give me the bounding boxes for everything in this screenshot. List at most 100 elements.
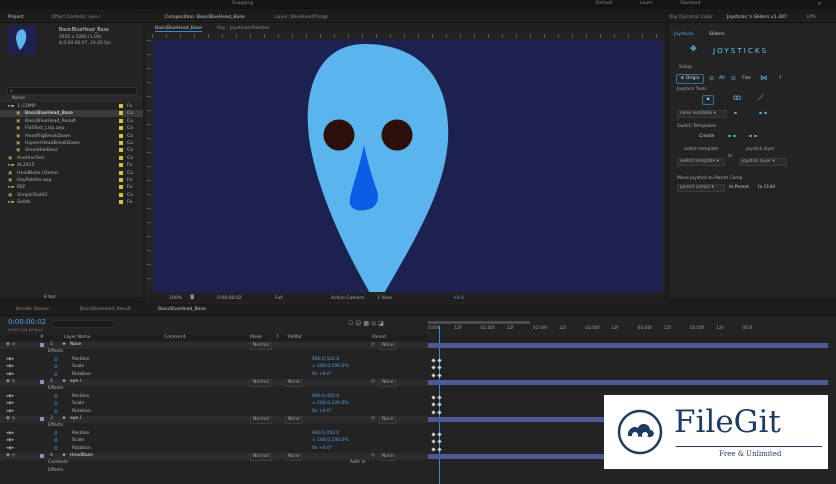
property-group-name[interactable]: Effects (48, 349, 63, 354)
time-ruler[interactable]: 0:00f 12f 01:00f 12f 02:00f 12f 03:00f 12f 04:00… (428, 320, 832, 334)
camera-snapshot-icon[interactable]: ◙ (190, 295, 194, 300)
workspace-default[interactable]: Default (596, 1, 612, 6)
property-value[interactable]: 0x +0.0° (312, 372, 332, 377)
property-group-row[interactable]: Effects (0, 386, 428, 393)
to-child-button[interactable]: to Child (758, 185, 775, 190)
label-color-swatch[interactable] (119, 118, 123, 123)
visibility-eye-icon[interactable]: ◉ ◎ (6, 379, 15, 384)
property-group-row[interactable]: Effects (0, 349, 428, 356)
label-color-swatch[interactable] (119, 185, 123, 190)
template-link-icon-2[interactable]: ⚭⚭ (748, 133, 758, 140)
project-item[interactable]: ▸▬ REF Fo (0, 184, 143, 191)
visibility-eye-icon[interactable]: ◂◆▸ (6, 438, 14, 443)
keyframe-marker[interactable] (431, 372, 436, 378)
stopwatch-icon[interactable]: ⏱ (54, 409, 58, 415)
keyframe-marker[interactable] (431, 439, 436, 444)
property-group-name[interactable]: Effects (48, 423, 63, 428)
visibility-eye-icon[interactable]: ◉ ◎ (6, 453, 15, 458)
timeline-layer-row[interactable]: ◉ ◎ 1 ★ Nose Normal ◎ None (0, 342, 428, 350)
joystick-layer-select[interactable]: joystick layer ▾ (739, 158, 787, 166)
property-row[interactable]: ◂◆▸ ⏱ Scale ∞ 100.0,100.0% (0, 401, 428, 408)
column-name-label[interactable]: Name (12, 96, 25, 101)
property-value[interactable]: ∞ 100.0,100.0% (312, 438, 349, 443)
time-display[interactable]: 0:00:00:02 (217, 296, 242, 301)
timeline-layer-row[interactable]: ◉ ◎ 2 ★ eye.r Normal None ◎ None (0, 379, 428, 387)
property-row[interactable]: ◂◆▸ ⏱ Position 960.0,450.0 (0, 431, 428, 438)
active-camera-select[interactable]: Active Camera (331, 296, 364, 301)
label-color-swatch[interactable] (119, 178, 123, 182)
keyframe-marker[interactable] (437, 402, 442, 407)
project-item[interactable]: ▣ BasicBlueHead_Base Co (0, 110, 143, 118)
layer-label-swatch[interactable] (40, 454, 44, 458)
search-help-icon[interactable]: ⌕ (818, 0, 821, 8)
keyframe-marker[interactable] (437, 432, 442, 437)
keyframe-marker[interactable] (431, 409, 436, 415)
project-item[interactable]: ▣ HipsterHeadBreakDown Co (0, 140, 143, 147)
keyframe-marker[interactable] (437, 439, 442, 444)
project-item[interactable]: ▣ FlatText_Lisp.aep Co (0, 125, 143, 132)
property-row[interactable]: ◂◆▸ ⏱ Position 960.0,524.0 (0, 357, 428, 364)
tab-basicbluehead-base[interactable]: BasicBlueHead_Base (158, 307, 206, 312)
draft-3d-icon[interactable]: ⎔ (348, 320, 353, 327)
property-group-name[interactable]: Contents (48, 460, 68, 465)
property-value[interactable]: 960.0,524.0 (312, 357, 339, 362)
project-item[interactable]: ▣ HeadBobs+Demo Co (0, 170, 143, 177)
property-row[interactable]: ◂◆▸ ⏱ Scale ∞ 100.0,100.0% (0, 364, 428, 371)
link-icon-2[interactable]: ⚭⚭ (758, 110, 768, 117)
bpc-label[interactable]: 8 bpc (44, 295, 56, 300)
stopwatch-icon[interactable]: ⏱ (54, 364, 58, 370)
visibility-eye-icon[interactable]: ◂◆▸ (6, 372, 14, 377)
switch-template-select[interactable]: switch template ▾ (677, 158, 725, 166)
origin-button[interactable]: ⊕ Origin (676, 74, 704, 84)
visibility-eye-icon[interactable]: ◂◆▸ (6, 409, 14, 414)
property-value[interactable]: 960.0,450.0 (312, 431, 339, 436)
pickwhip-icon[interactable]: ◎ (371, 416, 375, 421)
workspace-standard[interactable]: Standard (680, 1, 700, 6)
flat-button[interactable]: Flat (742, 76, 751, 81)
keyframe-marker[interactable] (437, 446, 442, 452)
layer-label-swatch[interactable] (40, 380, 44, 384)
stopwatch-icon[interactable]: ⏱ (54, 438, 58, 444)
keyframe-marker[interactable] (437, 358, 442, 363)
graph-editor-icon[interactable]: ◪ (378, 320, 384, 327)
subtab-ray-joystickerpalettes[interactable]: Ray - JoystickerPalettes (217, 26, 270, 31)
property-row[interactable]: ◂◆▸ ⏱ Scale ∞ 100.0,100.0% (0, 438, 428, 445)
frame-blending-icon[interactable]: ▦ (363, 320, 369, 327)
layer-label-swatch[interactable] (40, 417, 44, 421)
layer-name[interactable]: HeadBase (70, 453, 93, 458)
label-color-swatch[interactable] (119, 126, 123, 131)
property-row[interactable]: ◂◆▸ ⏱ Position 960.0,450.0 (0, 394, 428, 401)
view-layout-select[interactable]: 1 View (377, 296, 392, 301)
shy-icon[interactable]: ☺ (355, 320, 361, 327)
curve-tool-icon[interactable]: ꝏ (733, 93, 741, 102)
none-available-select[interactable]: none available ▾ (677, 110, 727, 118)
tab-composition[interactable]: Composition: BasicBlueHead_Base (165, 15, 245, 20)
stopwatch-icon[interactable]: ⏱ (54, 446, 58, 452)
keyframe-marker[interactable] (431, 446, 436, 452)
resolution-select[interactable]: Full (275, 296, 283, 301)
property-row[interactable]: ◂◆▸ ⏱ Rotation 0x +0.0° (0, 446, 428, 453)
col-layer-name[interactable]: Layer Name (64, 335, 91, 340)
keyframe-marker[interactable] (437, 372, 442, 378)
visibility-eye-icon[interactable]: ◂◆▸ (6, 394, 14, 399)
label-color-swatch[interactable] (119, 148, 123, 153)
help-icon[interactable]: ? (779, 76, 781, 81)
layer-duration-bar[interactable] (428, 343, 828, 348)
project-item[interactable]: ▸▬ AL2015 Fo (0, 162, 143, 169)
tab-effects[interactable]: Effe (807, 15, 816, 20)
stopwatch-icon[interactable]: ⏱ (54, 394, 58, 400)
keyframe-marker[interactable] (431, 432, 436, 437)
project-item[interactable]: ▸▬ 1_COMP Fo (0, 103, 143, 110)
property-value[interactable]: 0x +0.0° (312, 446, 332, 451)
tab-layer[interactable]: Layer: BlueHeadThings (275, 15, 328, 20)
zoom-select[interactable]: 100% (169, 296, 182, 301)
layer-label-swatch[interactable] (40, 343, 44, 347)
add-joystick-button[interactable]: ▪ (702, 95, 714, 105)
subtab-joysticks[interactable]: Joysticks (674, 32, 694, 37)
tab-basicbluehead-result[interactable]: BasicBlueHead_Result (80, 307, 131, 312)
property-value[interactable]: 960.0,450.0 (312, 394, 339, 399)
project-item[interactable]: ▸▬ Solids Fo (0, 199, 143, 206)
mirror-icon[interactable]: ⋈ (760, 74, 767, 82)
label-color-swatch[interactable] (119, 141, 123, 145)
project-search-input[interactable]: ρ· (7, 87, 137, 95)
